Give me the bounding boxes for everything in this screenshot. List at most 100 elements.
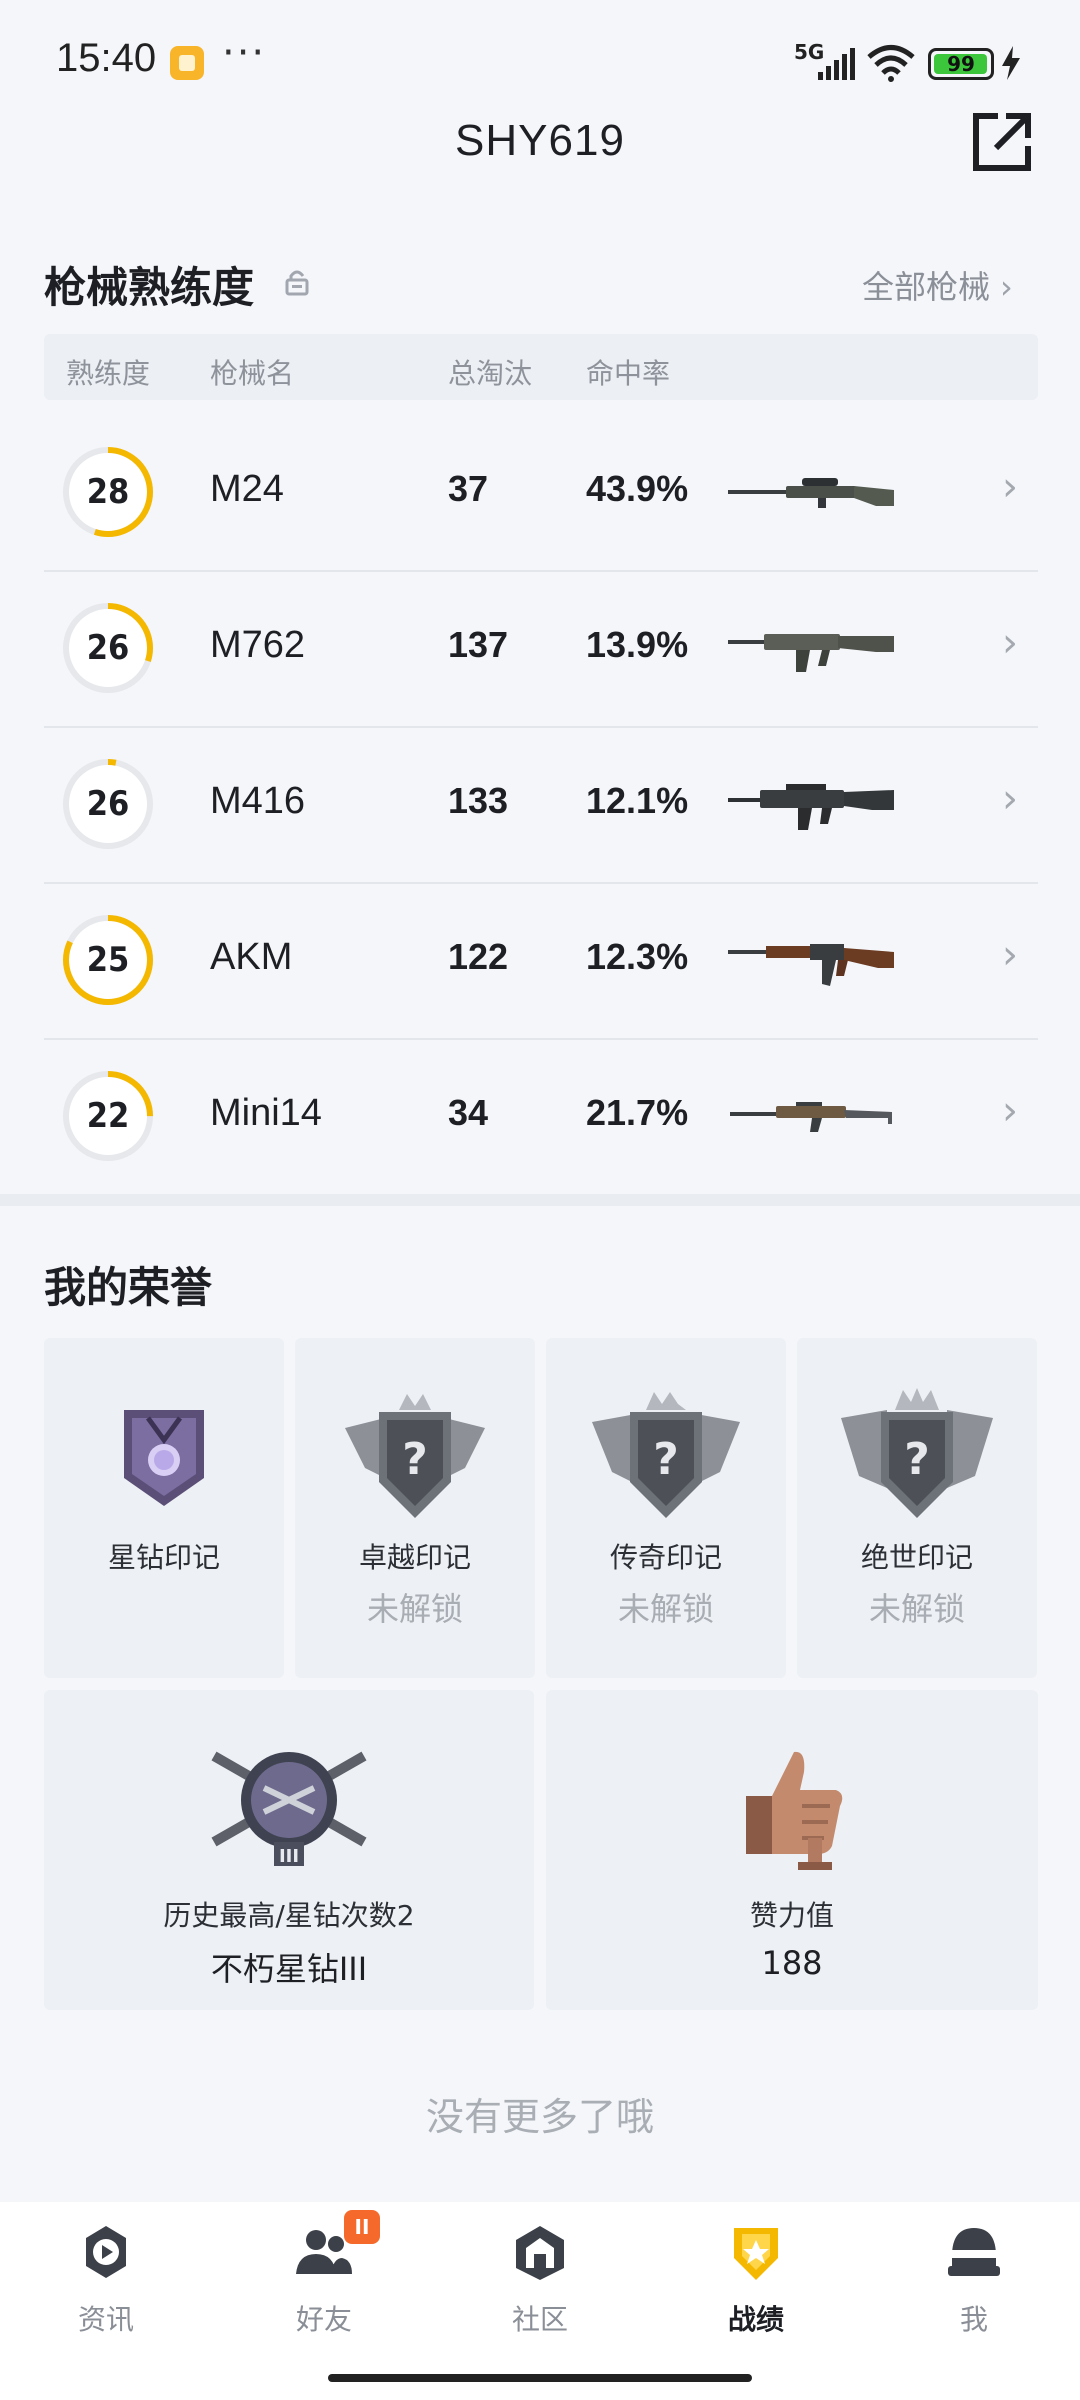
nav-friends[interactable]: II 好友 bbox=[254, 2210, 394, 2352]
home-indicator[interactable] bbox=[328, 2374, 752, 2382]
battery-icon: 99 bbox=[928, 48, 994, 80]
charging-icon bbox=[1002, 46, 1020, 80]
weapon-hit-rate: 21.7% bbox=[586, 1092, 689, 1133]
more-notifications-icon: ··· bbox=[222, 30, 267, 76]
likes-label: 赞力值 bbox=[749, 1899, 834, 1932]
proficiency-level: 28 bbox=[86, 472, 130, 512]
chevron-right-icon: › bbox=[1002, 776, 1018, 822]
rank-badge-icon: III bbox=[211, 1751, 367, 1867]
rank-label: 历史最高/星钻次数2 bbox=[163, 1899, 415, 1932]
share-external-icon[interactable] bbox=[970, 110, 1034, 174]
honors-title: 我的荣誉 bbox=[44, 1263, 213, 1312]
m416-rifle-icon bbox=[728, 784, 894, 830]
community-icon bbox=[516, 2226, 564, 2280]
chevron-right-icon: › bbox=[1002, 464, 1018, 510]
proficiency-level: 26 bbox=[86, 784, 130, 824]
all-weapons-label: 全部枪械 bbox=[862, 268, 991, 306]
honor-label: 卓越印记 bbox=[358, 1541, 471, 1574]
weapon-hit-rate: 12.3% bbox=[586, 936, 689, 977]
nav-label: 社区 bbox=[511, 2303, 568, 2336]
weapon-row[interactable]: 22 Mini14 34 21.7% › bbox=[44, 1038, 1038, 1194]
profile-icon bbox=[948, 2228, 1000, 2276]
svg-text:?: ? bbox=[904, 1434, 930, 1485]
nav-label: 好友 bbox=[295, 2303, 352, 2336]
col-proficiency: 熟练度 bbox=[66, 357, 151, 390]
weapon-kills: 34 bbox=[448, 1092, 489, 1133]
bottom-navigation: 资讯 II 好友 社区 战绩 我 bbox=[0, 2202, 1080, 2400]
proficiency-level: 26 bbox=[86, 628, 130, 668]
weapon-name: M24 bbox=[210, 468, 284, 510]
section-divider bbox=[0, 1194, 1080, 1206]
weapon-kills: 137 bbox=[448, 624, 509, 665]
nav-label: 战绩 bbox=[727, 2303, 784, 2336]
weapon-kills: 122 bbox=[448, 936, 509, 977]
signal-icon bbox=[818, 48, 855, 80]
chevron-right-icon: › bbox=[1002, 1088, 1018, 1134]
rank-value: 不朽星钻III bbox=[210, 1950, 368, 1988]
weapon-row[interactable]: 28 M24 37 43.9% › bbox=[44, 414, 1038, 572]
weapon-row[interactable]: 26 M416 133 12.1% › bbox=[44, 726, 1038, 884]
highest-rank-card[interactable]: III 历史最高/星钻次数2 不朽星钻III bbox=[44, 1690, 534, 2010]
nav-label: 资讯 bbox=[77, 2303, 134, 2336]
proficiency-level: 22 bbox=[86, 1096, 130, 1136]
honor-label: 绝世印记 bbox=[860, 1541, 973, 1574]
chevron-right-icon: › bbox=[1002, 620, 1018, 666]
weapon-row[interactable]: 26 M762 137 13.9% › bbox=[44, 570, 1038, 728]
page-title: SHY619 bbox=[455, 116, 625, 165]
weapon-hit-rate: 12.1% bbox=[586, 780, 689, 821]
m762-rifle-icon bbox=[728, 634, 894, 672]
weapon-hit-rate: 13.9% bbox=[586, 624, 689, 665]
locked-excellent-mark-icon: ? bbox=[345, 1394, 485, 1518]
nav-profile[interactable]: 我 bbox=[904, 2222, 1044, 2352]
thumbs-up-icon bbox=[746, 1751, 843, 1870]
status-time: 15:40 bbox=[56, 36, 157, 80]
svg-text:III: III bbox=[279, 1846, 299, 1867]
weapon-name: M762 bbox=[210, 624, 306, 666]
weapon-table-header: 熟练度 枪械名 总淘汰 命中率 bbox=[44, 334, 1038, 400]
weapon-name: Mini14 bbox=[210, 1092, 322, 1134]
status-bar: 15:40 ··· 5G 99 bbox=[0, 0, 1080, 120]
no-more-text: 没有更多了哦 bbox=[425, 2095, 654, 2139]
locked-legend-mark-icon: ? bbox=[592, 1392, 740, 1518]
star-diamond-mark-icon bbox=[124, 1410, 204, 1506]
honor-status: 未解锁 bbox=[868, 1590, 965, 1628]
akm-rifle-icon bbox=[728, 944, 894, 986]
locked-peerless-mark-icon: ? bbox=[841, 1388, 993, 1518]
col-total-kills: 总淘汰 bbox=[448, 357, 533, 390]
chevron-right-icon: › bbox=[1000, 268, 1013, 306]
all-weapons-link[interactable]: 全部枪械 › bbox=[862, 262, 1013, 308]
friends-badge: II bbox=[344, 2210, 380, 2244]
nav-news[interactable]: 资讯 bbox=[36, 2222, 176, 2352]
weapon-kills: 37 bbox=[448, 468, 489, 509]
honor-status: 未解锁 bbox=[617, 1590, 714, 1628]
nav-record[interactable]: 战绩 bbox=[686, 2222, 826, 2352]
lock-icon[interactable] bbox=[284, 268, 310, 296]
weapon-proficiency-title: 枪械熟练度 bbox=[44, 263, 255, 312]
nav-community[interactable]: 社区 bbox=[470, 2222, 610, 2352]
col-weapon-name: 枪械名 bbox=[210, 357, 295, 390]
app-notification-icon bbox=[170, 46, 204, 80]
honor-card-excellent[interactable]: ? 卓越印记 未解锁 bbox=[295, 1338, 535, 1678]
nav-label: 我 bbox=[959, 2303, 988, 2336]
m24-sniper-icon bbox=[728, 478, 894, 508]
proficiency-level: 25 bbox=[86, 940, 130, 980]
battery-percent: 99 bbox=[947, 52, 975, 76]
app-header: SHY619 bbox=[0, 110, 1080, 230]
weapon-row[interactable]: 25 AKM 122 12.3% › bbox=[44, 882, 1038, 1040]
likes-value: 188 bbox=[761, 1944, 823, 1982]
honor-card-star-diamond[interactable]: 星钻印记 bbox=[44, 1338, 284, 1678]
record-icon bbox=[734, 2228, 778, 2280]
honor-label: 传奇印记 bbox=[609, 1541, 722, 1574]
news-icon bbox=[86, 2226, 126, 2278]
chevron-right-icon: › bbox=[1002, 932, 1018, 978]
wifi-icon bbox=[867, 45, 915, 82]
svg-text:?: ? bbox=[402, 1434, 428, 1485]
likes-card[interactable]: 赞力值 188 bbox=[546, 1690, 1038, 2010]
honor-label: 星钻印记 bbox=[107, 1541, 220, 1574]
honor-card-peerless[interactable]: ? 绝世印记 未解锁 bbox=[797, 1338, 1037, 1678]
honor-status: 未解锁 bbox=[366, 1590, 463, 1628]
svg-text:?: ? bbox=[653, 1434, 679, 1485]
honor-card-legend[interactable]: ? 传奇印记 未解锁 bbox=[546, 1338, 786, 1678]
weapon-kills: 133 bbox=[448, 780, 509, 821]
mini14-rifle-icon bbox=[730, 1102, 892, 1132]
